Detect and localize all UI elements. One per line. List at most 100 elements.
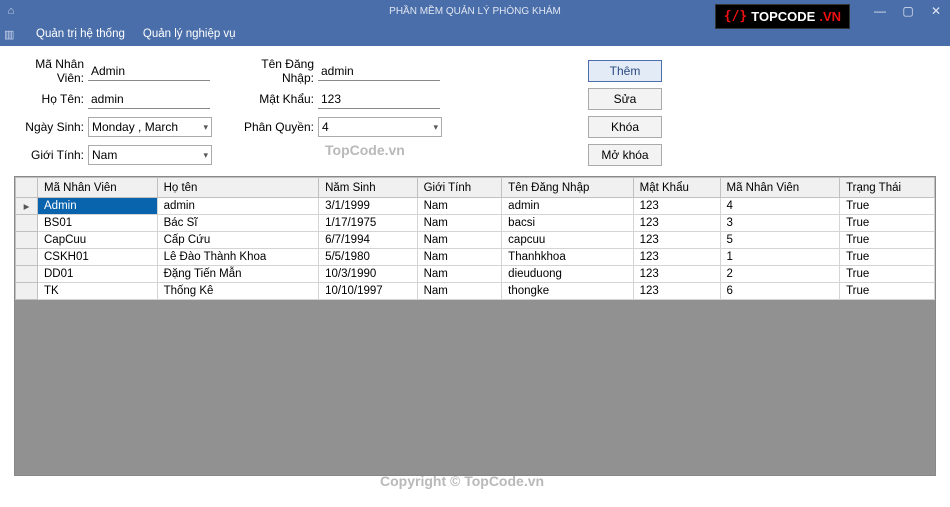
cell[interactable]: BS01 — [38, 215, 158, 232]
row-indicator: ▸ — [16, 198, 38, 215]
form-column-1: Mã Nhân Viên: Họ Tên: Ngày Sinh: Monday … — [14, 60, 212, 166]
input-matkhau[interactable] — [318, 89, 440, 109]
maximize-button[interactable]: ▢ — [894, 0, 922, 22]
cell[interactable]: True — [840, 266, 935, 283]
cell[interactable]: Lê Đào Thành Khoa — [157, 249, 319, 266]
cell[interactable]: 6/7/1994 — [319, 232, 417, 249]
cell[interactable]: 10/10/1997 — [319, 283, 417, 300]
cell[interactable]: dieuduong — [502, 266, 633, 283]
table-row[interactable]: BS01Bác Sĩ1/17/1975Nambacsi1233True — [16, 215, 935, 232]
cell[interactable]: CapCuu — [38, 232, 158, 249]
combo-gioitinh-value: Nam — [92, 148, 117, 162]
cell[interactable]: True — [840, 249, 935, 266]
label-gioitinh: Giới Tính: — [14, 148, 88, 162]
cell[interactable]: DD01 — [38, 266, 158, 283]
cell[interactable]: 10/3/1990 — [319, 266, 417, 283]
cell[interactable]: admin — [502, 198, 633, 215]
datepicker-value: Monday , March — [92, 120, 178, 134]
cell[interactable]: 123 — [633, 215, 720, 232]
cell[interactable]: Nam — [417, 283, 502, 300]
cell[interactable]: Nam — [417, 215, 502, 232]
cell[interactable]: True — [840, 215, 935, 232]
cell[interactable]: thongke — [502, 283, 633, 300]
cell[interactable]: 1 — [720, 249, 840, 266]
label-manv: Mã Nhân Viên: — [14, 57, 88, 85]
row-indicator — [16, 283, 38, 300]
table-row[interactable]: TKThống Kê10/10/1997Namthongke1236True — [16, 283, 935, 300]
menu-nghiepvu[interactable]: Quản lý nghiệp vụ — [143, 28, 236, 40]
col-manv[interactable]: Mã Nhân Viên — [38, 178, 158, 198]
chevron-down-icon: ▾ — [203, 122, 208, 133]
cell[interactable]: admin — [157, 198, 319, 215]
cell[interactable]: Đặng Tiến Mẫn — [157, 266, 319, 283]
cell[interactable]: Nam — [417, 198, 502, 215]
table-row[interactable]: CapCuuCấp Cứu6/7/1994Namcapcuu1235True — [16, 232, 935, 249]
close-button[interactable]: ✕ — [922, 0, 950, 22]
them-button[interactable]: Thêm — [588, 60, 662, 82]
cell[interactable]: bacsi — [502, 215, 633, 232]
cell[interactable]: 123 — [633, 249, 720, 266]
table-row[interactable]: CSKH01Lê Đào Thành Khoa5/5/1980NamThanhk… — [16, 249, 935, 266]
window-controls: — ▢ ✕ — [866, 0, 950, 22]
cell[interactable]: 3/1/1999 — [319, 198, 417, 215]
combo-phanquyen[interactable]: 4 ▾ — [318, 117, 442, 137]
sua-button[interactable]: Sửa — [588, 88, 662, 110]
cell[interactable]: Thanhkhoa — [502, 249, 633, 266]
label-matkhau: Mật Khẩu: — [230, 92, 318, 106]
col-gioitinh[interactable]: Giới Tính — [417, 178, 502, 198]
cell[interactable]: 5/5/1980 — [319, 249, 417, 266]
col-manv2[interactable]: Mã Nhân Viên — [720, 178, 840, 198]
logo-badge: {/} TOPCODE.VN — [715, 4, 850, 29]
cell[interactable]: True — [840, 198, 935, 215]
content-area: Mã Nhân Viên: Họ Tên: Ngày Sinh: Monday … — [0, 46, 950, 484]
minimize-button[interactable]: — — [866, 0, 894, 22]
row-indicator — [16, 249, 38, 266]
form-column-2: Tên Đăng Nhập: Mật Khẩu: Phân Quyền: 4 ▾ — [230, 60, 442, 166]
cell[interactable]: 123 — [633, 266, 720, 283]
cell[interactable]: 4 — [720, 198, 840, 215]
label-hoten: Họ Tên: — [14, 92, 88, 106]
cell[interactable]: capcuu — [502, 232, 633, 249]
row-indicator — [16, 232, 38, 249]
col-namsinh[interactable]: Năm Sinh — [319, 178, 417, 198]
cell[interactable]: Nam — [417, 266, 502, 283]
datepicker-ngaysinh[interactable]: Monday , March ▾ — [88, 117, 212, 137]
khoa-button[interactable]: Khóa — [588, 116, 662, 138]
cell[interactable]: 123 — [633, 283, 720, 300]
combo-phanquyen-value: 4 — [322, 120, 329, 134]
cell[interactable]: 1/17/1975 — [319, 215, 417, 232]
window-title: PHẦN MỀM QUẢN LÝ PHÒNG KHÁM — [389, 6, 561, 17]
cell[interactable]: True — [840, 283, 935, 300]
combo-gioitinh[interactable]: Nam ▾ — [88, 145, 212, 165]
table-row[interactable]: DD01Đặng Tiến Mẫn10/3/1990Namdieuduong12… — [16, 266, 935, 283]
cell[interactable]: 6 — [720, 283, 840, 300]
input-hoten[interactable] — [88, 89, 210, 109]
table-row[interactable]: ▸Adminadmin3/1/1999Namadmin1234True — [16, 198, 935, 215]
cell[interactable]: 123 — [633, 232, 720, 249]
cell[interactable]: 2 — [720, 266, 840, 283]
col-hoten[interactable]: Họ tên — [157, 178, 319, 198]
menu-quantri[interactable]: Quản trị hệ thống — [36, 28, 125, 40]
col-trangthai[interactable]: Trạng Thái — [840, 178, 935, 198]
data-grid[interactable]: Mã Nhân Viên Họ tên Năm Sinh Giới Tính T… — [14, 176, 936, 476]
cell[interactable]: True — [840, 232, 935, 249]
cell[interactable]: CSKH01 — [38, 249, 158, 266]
cell[interactable]: Bác Sĩ — [157, 215, 319, 232]
mokhoa-button[interactable]: Mở khóa — [588, 144, 662, 166]
cell[interactable]: Nam — [417, 249, 502, 266]
cell[interactable]: Thống Kê — [157, 283, 319, 300]
label-tendn: Tên Đăng Nhập: — [230, 57, 318, 85]
cell[interactable]: TK — [38, 283, 158, 300]
col-matkhau[interactable]: Mật Khẩu — [633, 178, 720, 198]
cell[interactable]: Nam — [417, 232, 502, 249]
input-manv[interactable] — [88, 61, 210, 81]
cell[interactable]: Admin — [38, 198, 158, 215]
input-tendn[interactable] — [318, 61, 440, 81]
cell[interactable]: Cấp Cứu — [157, 232, 319, 249]
col-tendn[interactable]: Tên Đăng Nhập — [502, 178, 633, 198]
button-column: Thêm Sửa Khóa Mở khóa — [588, 60, 662, 166]
cell[interactable]: 123 — [633, 198, 720, 215]
cell[interactable]: 5 — [720, 232, 840, 249]
menu-toggle-icon[interactable]: ▥ — [4, 28, 18, 41]
cell[interactable]: 3 — [720, 215, 840, 232]
